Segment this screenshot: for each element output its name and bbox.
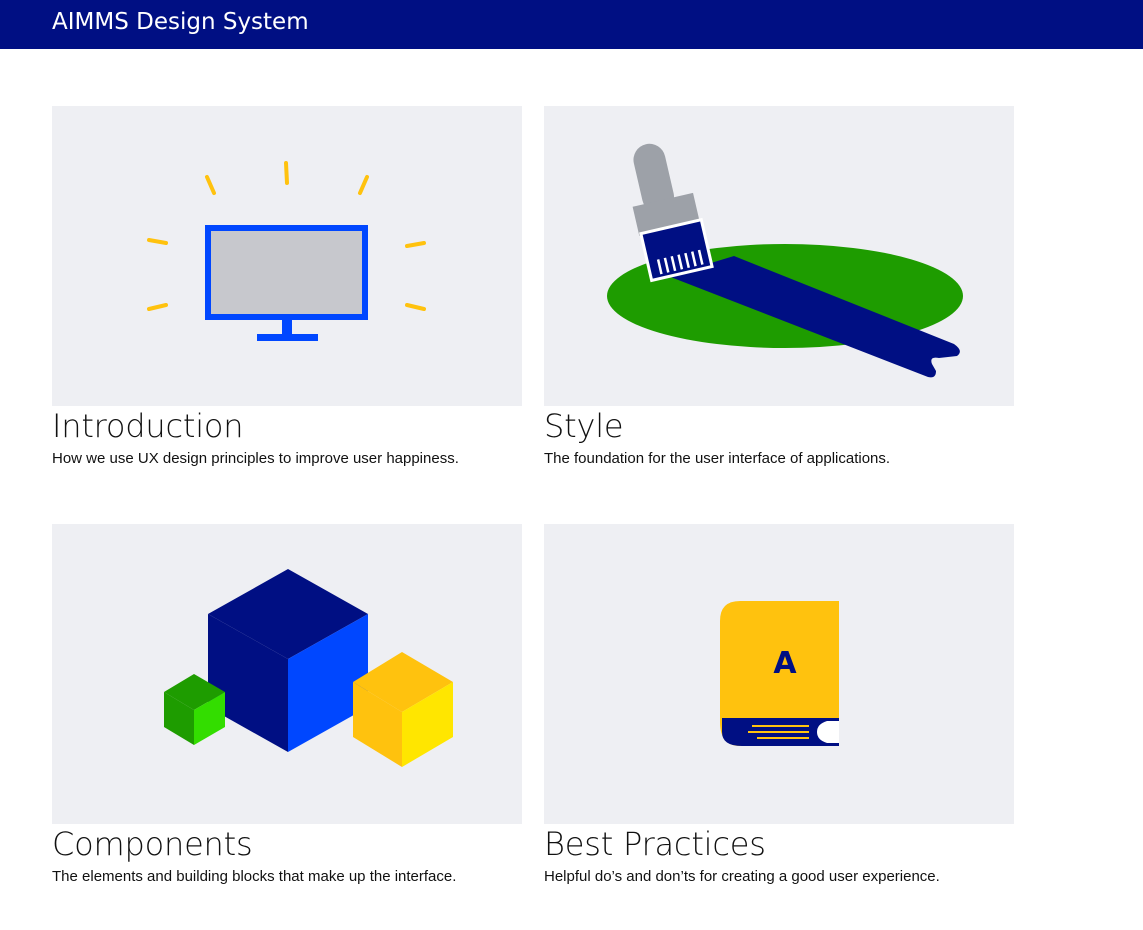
card-description: The foundation for the user interface of… xyxy=(544,450,891,467)
card-title: Introduction xyxy=(52,407,244,445)
card-title: Components xyxy=(52,825,253,863)
cubes-icon xyxy=(164,569,453,767)
card-best-practices-thumbnail: A xyxy=(544,524,1014,824)
card-components-thumbnail xyxy=(52,524,522,824)
card-style[interactable]: Style The foundation for the user interf… xyxy=(544,106,1014,468)
card-style-thumbnail xyxy=(544,106,1014,406)
site-title-link[interactable]: AIMMS Design System xyxy=(52,8,309,36)
card-best-practices[interactable]: A Best Practices Helpful do’s and don’ts… xyxy=(544,524,1014,886)
monitor-icon xyxy=(147,161,426,341)
card-components[interactable]: Components The elements and building blo… xyxy=(52,524,522,886)
card-introduction-thumbnail xyxy=(52,106,522,406)
card-description: How we use UX design principles to impro… xyxy=(52,450,459,467)
paintbrush-icon xyxy=(607,143,963,378)
card-title: Style xyxy=(544,407,624,445)
card-description: The elements and building blocks that ma… xyxy=(52,868,457,885)
card-title: Best Practices xyxy=(544,825,766,863)
card-introduction[interactable]: Introduction How we use UX design princi… xyxy=(52,106,522,468)
top-bar: AIMMS Design System xyxy=(0,0,1143,49)
card-description: Helpful do’s and don’ts for creating a g… xyxy=(544,868,940,885)
book-icon: A xyxy=(720,601,839,746)
book-letter: A xyxy=(773,646,797,681)
